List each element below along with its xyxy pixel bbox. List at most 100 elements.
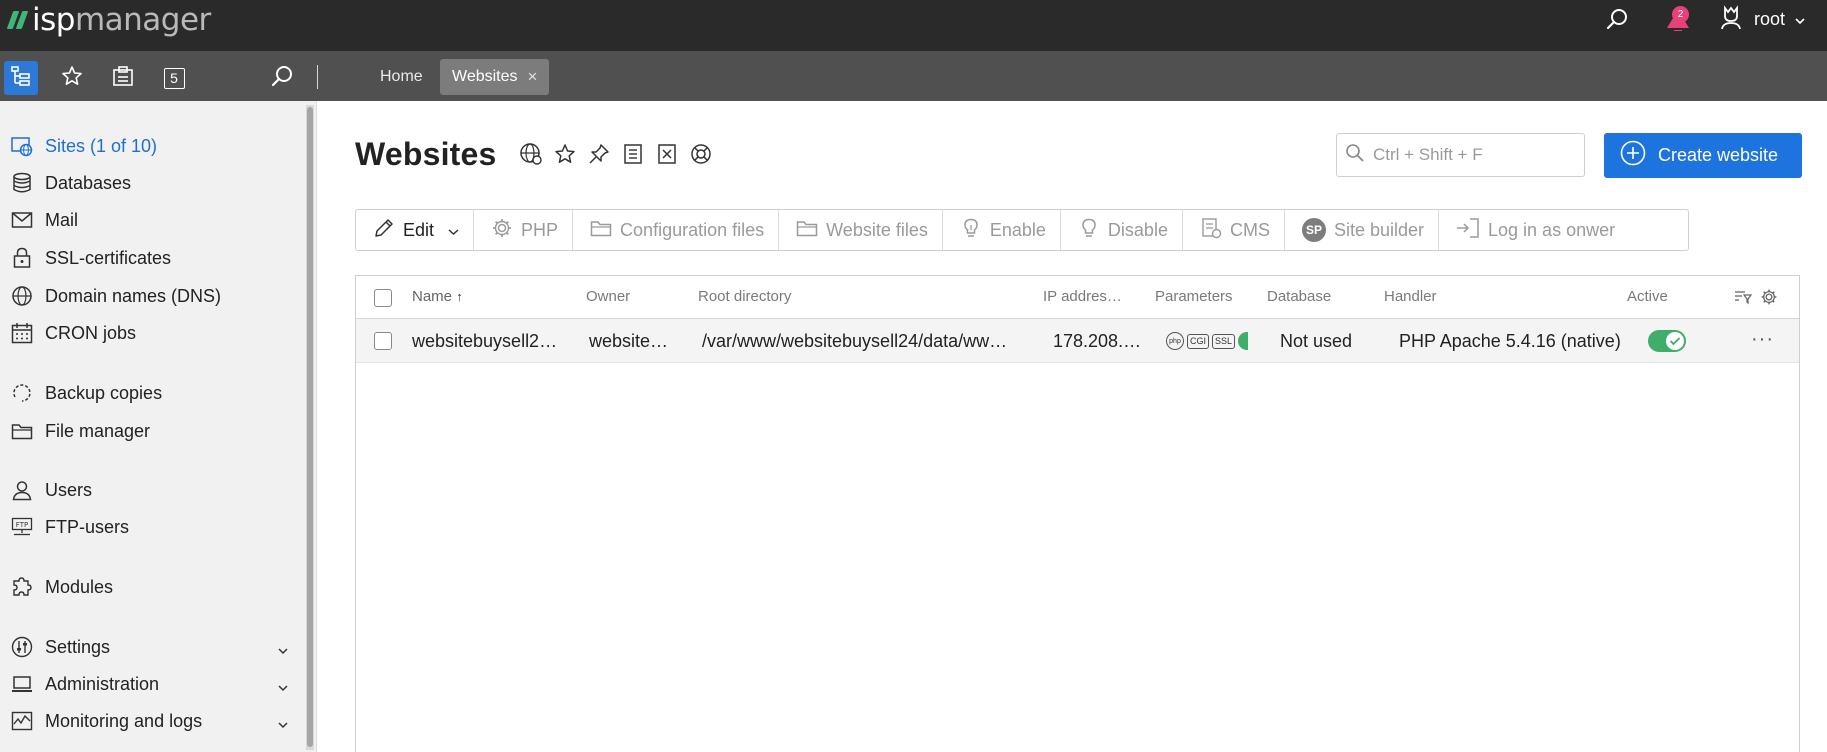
sidebar-item-label: Mail [45,209,79,230]
calendar-icon [10,321,34,345]
gear-icon[interactable] [1760,288,1778,311]
column-header-root-directory[interactable]: Root directory [698,288,791,305]
chevron-down-icon[interactable] [278,639,288,660]
cms-icon [1200,217,1222,244]
search-input[interactable] [1373,145,1573,165]
sites-icon [10,134,34,158]
sidebar-item-sites[interactable]: Sites (1 of 10) [0,128,300,164]
sidebar-item-administration[interactable]: Administration [0,666,300,702]
cgi-param-icon: CGI [1187,333,1210,349]
notifications-badge[interactable]: 2 [1672,6,1689,23]
tab-home[interactable]: Home [368,59,435,95]
sidebar-scrollbar-thumb[interactable] [307,107,313,747]
user-menu[interactable]: root [1718,0,1805,38]
column-header-name[interactable]: Name ↑ [412,288,463,305]
column-header-name-label: Name [412,288,453,305]
sidebar-item-label: Monitoring and logs [45,710,203,731]
sidebar-item-monitoring[interactable]: Monitoring and logs [0,703,300,739]
app-logo[interactable]: ispmanager [6,2,211,38]
sidebar-item-ssl-certificates[interactable]: SSL-certificates [0,240,300,276]
column-header-active[interactable]: Active [1627,288,1668,305]
enable-button[interactable]: Enable [943,210,1061,250]
tab-label: Websites [452,68,518,85]
help-icon[interactable] [688,141,714,167]
tab-websites[interactable]: Websites × [440,59,550,95]
php-param-icon: php [1166,332,1184,350]
website-files-label: Website files [826,219,928,240]
close-icon[interactable]: × [528,67,538,87]
filter-icon[interactable] [1734,289,1753,310]
laptop-icon [10,672,34,696]
search-icon[interactable] [1602,0,1632,38]
pin-icon[interactable] [586,141,612,167]
user-icon [1718,4,1744,35]
lightbulb-icon [960,217,982,244]
user-icon [10,478,34,502]
websites-table: Name ↑ Owner Root directory IP addres… P… [355,275,1800,752]
sidebar-item-mail[interactable]: Mail [0,202,300,238]
sidebar-item-label: Domain names (DNS) [45,285,222,306]
export-icon[interactable] [654,141,680,167]
menu-search-button[interactable] [265,61,299,95]
configuration-files-button[interactable]: Configuration files [573,210,780,250]
tab-bar: 5 Home Websites × [0,51,1827,101]
website-files-button[interactable]: Website files [779,210,943,250]
globe-settings-icon[interactable] [518,141,544,167]
chevron-down-icon[interactable] [278,713,288,734]
create-website-button[interactable]: Create website [1604,133,1802,178]
lightbulb-off-icon [1078,217,1100,244]
site-builder-button[interactable]: SP Site builder [1285,210,1440,250]
sidebar-item-dns[interactable]: Domain names (DNS) [0,278,300,314]
cell-name: websitebuysell2… [412,331,558,351]
table-search[interactable] [1336,133,1585,177]
favorites-button[interactable] [55,61,89,95]
cell-owner: website… [589,331,669,351]
create-website-label: Create website [1658,145,1779,165]
status-param-icon [1238,332,1249,350]
column-header-parameters[interactable]: Parameters [1155,288,1233,305]
php-button[interactable]: PHP [474,210,574,250]
lock-icon [10,246,34,270]
column-header-handler[interactable]: Handler [1384,288,1437,305]
chevron-down-icon[interactable] [278,676,288,697]
cell-ip-address: 178.208.… [1053,331,1142,351]
tasks-button[interactable] [106,61,140,95]
table-row[interactable]: websitebuysell2… website… /var/www/websi… [356,319,1799,363]
gear-icon [491,217,513,244]
sidebar-item-databases[interactable]: Databases [0,165,300,201]
active-toggle[interactable] [1648,330,1686,352]
row-checkbox[interactable] [374,332,392,350]
log-in-as-owner-button[interactable]: Log in as onwer [1439,210,1629,250]
cms-button[interactable]: CMS [1183,210,1285,250]
sidebar-item-file-manager[interactable]: File manager [0,413,300,449]
counter-button[interactable]: 5 [157,61,191,95]
sidebar-item-ftp-users[interactable]: FTP FTP-users [0,509,300,545]
user-name: root [1754,8,1786,29]
pencil-icon [373,217,395,244]
cell-database: Not used [1280,331,1353,351]
main-content: Websites Create website [318,101,1827,752]
sidebar-item-settings[interactable]: Settings [0,629,300,665]
sidebar-item-label: FTP-users [45,516,130,537]
sort-asc-icon: ↑ [456,289,463,304]
sidebar-item-modules[interactable]: Modules [0,569,300,605]
counter-label: 5 [163,67,185,89]
ssl-param-icon: SSL [1212,333,1236,349]
row-more-button[interactable]: ··· [1751,328,1774,351]
select-all-checkbox[interactable] [374,289,392,307]
disable-button[interactable]: Disable [1061,210,1183,250]
sidebar-item-users[interactable]: Users [0,472,300,508]
column-header-owner[interactable]: Owner [586,288,630,305]
column-header-ip-address[interactable]: IP addres… [1043,288,1122,305]
tree-menu-button[interactable] [4,61,38,95]
top-bar: ispmanager 2 root [0,0,1827,51]
star-icon[interactable] [552,141,578,167]
edit-button[interactable]: Edit [356,210,475,250]
sidebar-item-label: CRON jobs [45,322,137,343]
settings-icon [10,635,34,659]
monitoring-icon [10,709,34,733]
sidebar-item-backup-copies[interactable]: Backup copies [0,375,300,411]
list-icon[interactable] [620,141,646,167]
sidebar-item-cron-jobs[interactable]: CRON jobs [0,315,300,351]
column-header-database[interactable]: Database [1267,288,1331,305]
